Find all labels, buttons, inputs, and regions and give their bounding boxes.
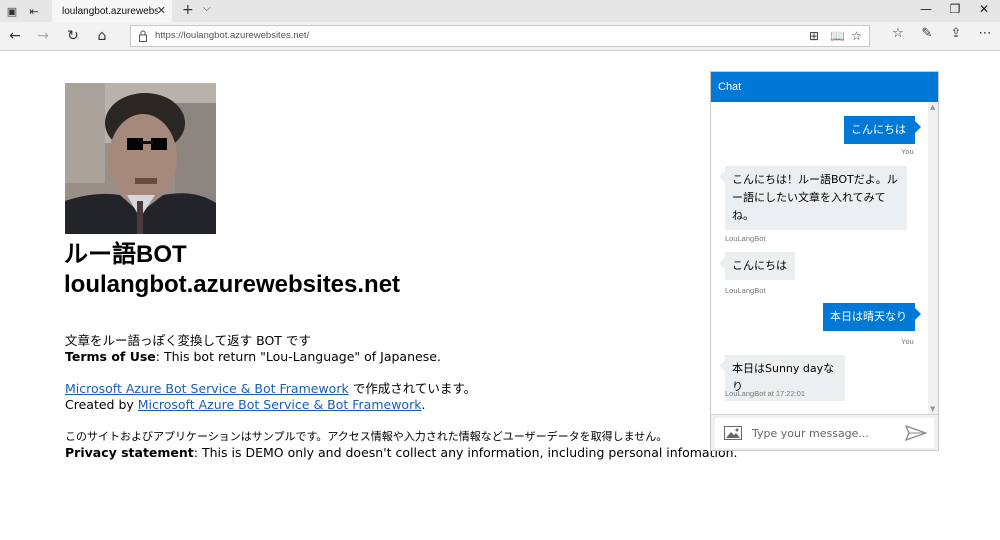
message-input[interactable]: Type your message...: [715, 418, 934, 448]
set-tabs-aside-icon[interactable]: ⇤: [26, 3, 42, 19]
bubble-tail: [719, 171, 725, 183]
message-meta: LouLangBot: [725, 286, 766, 295]
bot-avatar-image: [65, 83, 216, 234]
chat-header: Chat: [711, 72, 938, 102]
bubble-tail: [915, 121, 921, 133]
user-message: 本日は晴天なり: [823, 303, 915, 331]
tab-preview-icon[interactable]: ▣: [4, 3, 20, 19]
back-button[interactable]: ←: [5, 26, 25, 46]
chevron-down-icon[interactable]: ⌵: [203, 3, 211, 14]
restore-button[interactable]: ❐: [947, 2, 963, 16]
favorites-icon[interactable]: ☆: [889, 26, 907, 41]
tab-title: loulangbot.azurewebsites.net: [62, 5, 158, 17]
chat-scrollbar[interactable]: ▲ ▼: [928, 102, 938, 414]
privacy-text: : This is DEMO only and doesn't collect …: [193, 445, 738, 460]
azure-bot-link-2[interactable]: Microsoft Azure Bot Service & Bot Framew…: [138, 397, 422, 412]
page-title-line2: loulangbot.azurewebsites.net: [64, 271, 401, 298]
message-meta: LouLangBot at 17:22:01: [725, 389, 806, 398]
terms-label: Terms of Use: [65, 349, 156, 364]
window-close-button[interactable]: ✕: [976, 2, 992, 16]
created-by-text: Created by: [65, 397, 138, 412]
scroll-down-icon[interactable]: ▼: [930, 405, 935, 413]
page-title-line1: ルー語BOT: [64, 241, 187, 268]
message-meta: You: [901, 337, 914, 346]
terms-text: : This bot return "Lou-Language" of Japa…: [155, 349, 441, 364]
sample-notice-jp: このサイトおよびアプリケーションはサンプルです。アクセス情報や入力された情報など…: [65, 430, 668, 443]
chat-panel: Chat こんにちは You こんにちは！ルー語BOTだよ。ルー語にしたい文章を…: [710, 71, 939, 451]
message-meta: LouLangBot: [725, 234, 766, 243]
navigation-bar: ← → ↻ ⌂ https://loulangbot.azurewebsites…: [0, 22, 1000, 51]
close-icon[interactable]: ✕: [157, 4, 166, 17]
scroll-up-icon[interactable]: ▲: [930, 103, 935, 111]
tab-strip: ▣ ⇤ loulangbot.azurewebsites.net ✕ + ⌵ —…: [0, 0, 1000, 22]
bubble-tail: [915, 308, 921, 320]
azure-bot-link[interactable]: Microsoft Azure Bot Service & Bot Framew…: [65, 381, 349, 396]
created-by-line: Created by Microsoft Azure Bot Service &…: [65, 397, 738, 413]
share-icon[interactable]: ⇪: [947, 26, 965, 41]
minimize-button[interactable]: —: [918, 2, 934, 16]
bubble-tail: [719, 360, 725, 372]
chat-history[interactable]: こんにちは You こんにちは！ルー語BOTだよ。ルー語にしたい文章を入れてみて…: [711, 102, 938, 414]
address-bar[interactable]: https://loulangbot.azurewebsites.net/ ⊞ …: [130, 25, 870, 47]
active-tab[interactable]: loulangbot.azurewebsites.net ✕: [52, 0, 172, 22]
privacy-label: Privacy statement: [65, 445, 194, 460]
favorite-star-icon[interactable]: ☆: [851, 29, 862, 43]
made-with-line: Microsoft Azure Bot Service & Bot Framew…: [65, 381, 738, 397]
translate-icon[interactable]: ⊞: [809, 29, 819, 43]
bot-message: こんにちは！ルー語BOTだよ。ルー語にしたい文章を入れてみてね。: [725, 166, 907, 230]
terms-line: Terms of Use: This bot return "Lou-Langu…: [65, 349, 738, 365]
home-button[interactable]: ⌂: [92, 26, 112, 46]
pen-icon[interactable]: ✎: [918, 26, 936, 41]
bubble-tail: [719, 257, 725, 269]
bot-message: こんにちは: [725, 252, 795, 280]
made-with-jp: で作成されています。: [348, 381, 477, 396]
lock-icon: [139, 30, 147, 42]
description-jp: 文章をルー語っぽく変換して返す BOT です: [65, 333, 311, 348]
page-title: ルー語BOT loulangbot.azurewebsites.net: [64, 240, 400, 300]
send-icon[interactable]: [905, 425, 927, 441]
reading-view-icon[interactable]: 📖: [830, 29, 845, 43]
address-url: https://loulangbot.azurewebsites.net/: [155, 30, 310, 41]
user-message: こんにちは: [844, 116, 915, 144]
new-tab-button[interactable]: +: [182, 2, 194, 18]
image-upload-icon[interactable]: [724, 426, 742, 440]
description-block: 文章をルー語っぽく変換して返す BOT です Terms of Use: Thi…: [65, 333, 738, 461]
created-period: .: [421, 397, 426, 412]
message-meta: You: [901, 147, 914, 156]
message-placeholder: Type your message...: [752, 427, 869, 440]
forward-button[interactable]: →: [33, 26, 53, 46]
more-icon[interactable]: ⋯: [976, 26, 994, 41]
privacy-line: Privacy statement: This is DEMO only and…: [65, 445, 738, 461]
chat-composer: Type your message...: [711, 414, 938, 450]
refresh-button[interactable]: ↻: [63, 26, 83, 46]
